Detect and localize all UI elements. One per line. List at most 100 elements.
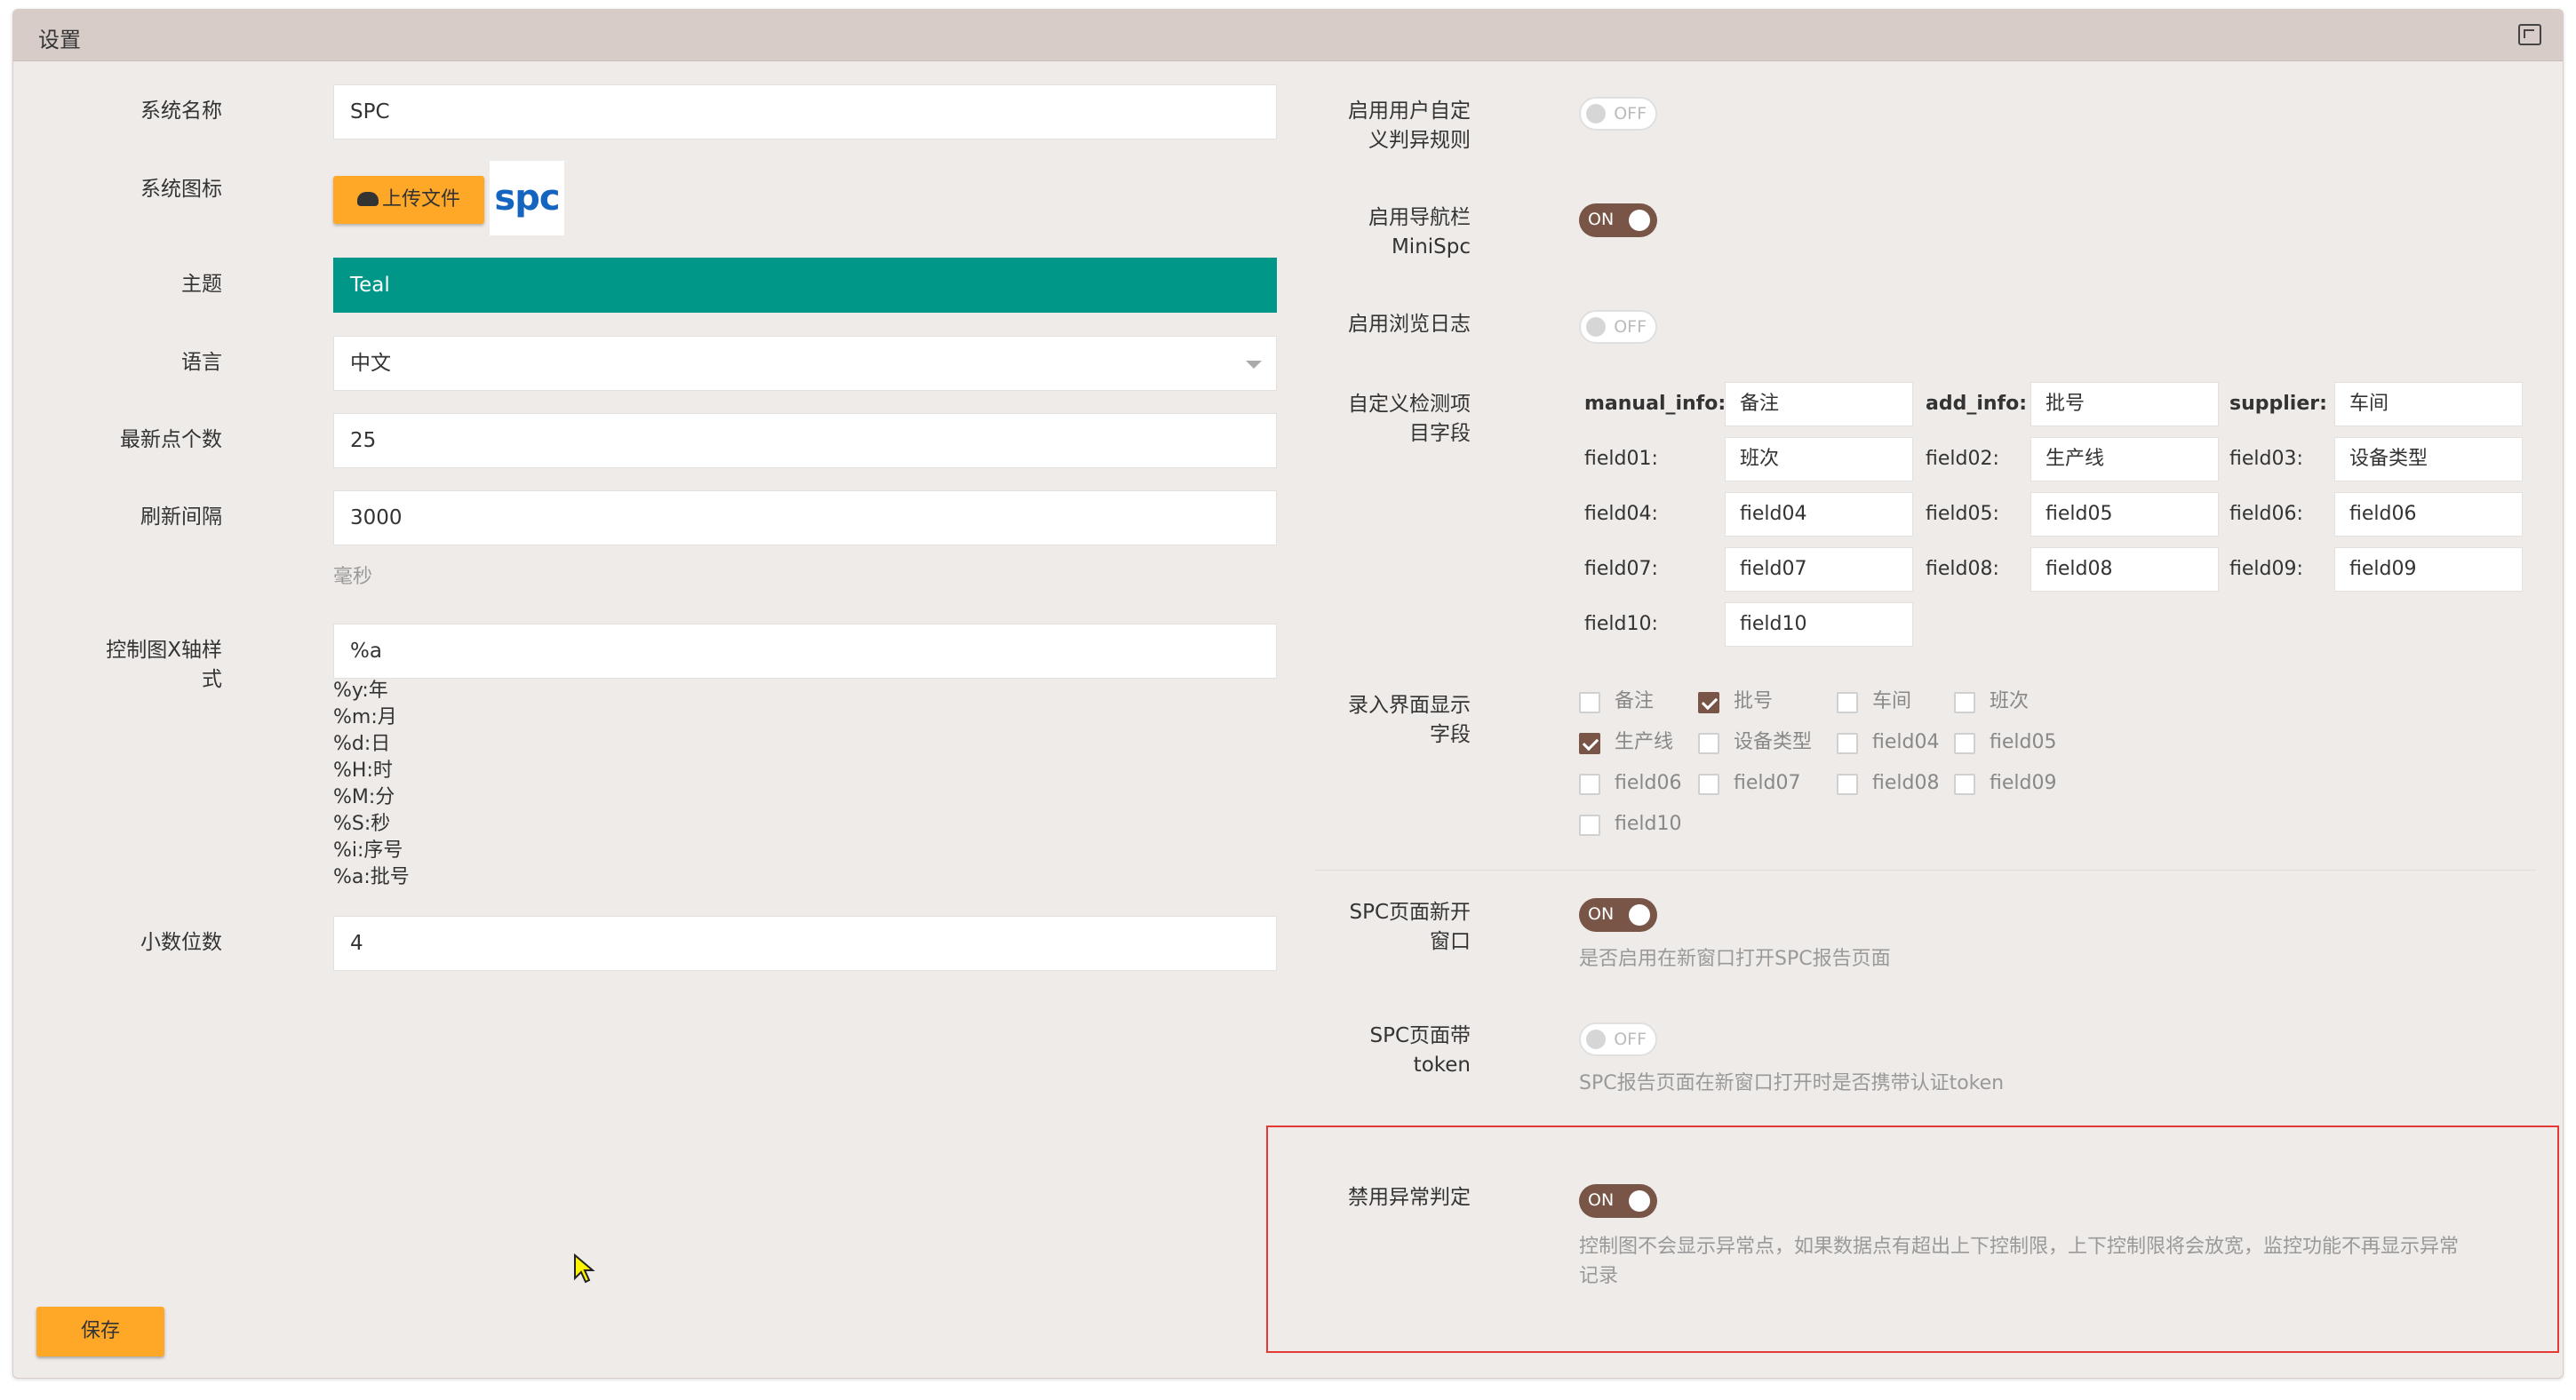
field-value-input[interactable]: 班次 bbox=[1725, 437, 1913, 481]
decimals-input[interactable]: 4 bbox=[333, 916, 1277, 971]
toggle-knob bbox=[1629, 1190, 1650, 1212]
custom-rules-label-line1: 启用用户自定 bbox=[1348, 99, 1471, 123]
display-field-checkbox[interactable]: 班次 bbox=[1954, 688, 2078, 716]
spc-new-window-label-line1: SPC页面新开 bbox=[1349, 901, 1471, 924]
display-field-label: 生产线 bbox=[1615, 731, 1674, 753]
display-field-label: field07 bbox=[1734, 772, 1801, 794]
logo-text: spc bbox=[494, 178, 560, 219]
field-value-input[interactable]: field09 bbox=[2334, 547, 2523, 592]
chevron-down-icon bbox=[1246, 361, 1262, 369]
field-key: field02: bbox=[1926, 448, 1999, 470]
disable-anomaly-desc-line2: 记录 bbox=[1579, 1265, 1619, 1287]
checkbox-empty-icon bbox=[1954, 733, 1975, 754]
disable-anomaly-desc: 控制图不会显示异常点，如果数据点有超出上下控制限，上下控制限将会放宽，监控功能不… bbox=[1579, 1232, 2521, 1291]
field-value-input[interactable]: 备注 bbox=[1725, 382, 1913, 426]
field-value-input[interactable]: field08 bbox=[2030, 547, 2219, 592]
spc-token-label-line1: SPC页面带 bbox=[1369, 1024, 1471, 1047]
toggle-knob bbox=[1586, 104, 1606, 123]
field-value-input[interactable]: 车间 bbox=[2334, 382, 2523, 426]
field-key: supplier: bbox=[2229, 393, 2327, 415]
browse-log-toggle[interactable]: OFF bbox=[1579, 310, 1657, 344]
xaxis-format-label-line2: 式 bbox=[202, 668, 222, 691]
spc-token-toggle[interactable]: OFF bbox=[1579, 1022, 1657, 1056]
language-value: 中文 bbox=[350, 352, 391, 375]
section-divider bbox=[1315, 870, 2536, 871]
browse-log-label: 启用浏览日志 bbox=[1348, 313, 1471, 336]
display-field-checkbox[interactable]: field04 bbox=[1837, 728, 1961, 757]
field-value-input[interactable]: field10 bbox=[1725, 602, 1913, 647]
theme-label: 主题 bbox=[181, 273, 222, 296]
system-logo: spc bbox=[490, 161, 564, 235]
display-field-checkbox[interactable]: 备注 bbox=[1579, 688, 1703, 716]
checkbox-empty-icon bbox=[1698, 733, 1719, 754]
display-field-checkbox[interactable]: 车间 bbox=[1837, 688, 1961, 716]
display-field-checkbox[interactable]: field05 bbox=[1954, 728, 2078, 757]
spc-token-label: SPC页面带 token bbox=[1275, 1022, 1471, 1080]
checkbox-empty-icon bbox=[1579, 774, 1600, 795]
display-field-label: field06 bbox=[1615, 772, 1682, 794]
display-field-checkbox[interactable]: 设备类型 bbox=[1698, 728, 1822, 757]
mouse-cursor-icon bbox=[574, 1253, 595, 1284]
display-field-label: 批号 bbox=[1734, 690, 1774, 712]
disable-anomaly-toggle[interactable]: ON bbox=[1579, 1184, 1657, 1218]
field-value-input[interactable]: 生产线 bbox=[2030, 437, 2219, 481]
format-item: %i:序号 bbox=[333, 839, 403, 862]
checkbox-empty-icon bbox=[1579, 815, 1600, 836]
display-field-checkbox[interactable]: 批号 bbox=[1698, 688, 1822, 716]
checkbox-empty-icon bbox=[1837, 733, 1858, 754]
navbar-toggle[interactable]: ON bbox=[1579, 203, 1657, 237]
xaxis-format-label: 控制图X轴样 式 bbox=[49, 636, 222, 695]
latest-points-input[interactable]: 25 bbox=[333, 413, 1277, 468]
field-value-input[interactable]: 批号 bbox=[2030, 382, 2219, 426]
format-item: %d:日 bbox=[333, 733, 391, 755]
maximize-icon[interactable] bbox=[2518, 24, 2541, 45]
language-label: 语言 bbox=[181, 351, 222, 374]
display-field-checkbox[interactable]: field07 bbox=[1698, 769, 1822, 798]
navbar-label: 启用导航栏 MiniSpc bbox=[1275, 203, 1471, 262]
spc-new-window-toggle[interactable]: ON bbox=[1579, 898, 1657, 932]
panel-title: 设置 bbox=[38, 28, 81, 52]
spc-token-desc: SPC报告页面在新窗口打开时是否携带认证token bbox=[1579, 1072, 2005, 1094]
toggle-state: ON bbox=[1588, 210, 1615, 229]
checkbox-empty-icon bbox=[1954, 692, 1975, 713]
refresh-interval-input[interactable]: 3000 bbox=[333, 490, 1277, 545]
checkbox-empty-icon bbox=[1698, 774, 1719, 795]
field-value-input[interactable]: field06 bbox=[2334, 492, 2523, 537]
display-field-label: field09 bbox=[1990, 772, 2057, 794]
disable-anomaly-label: 禁用异常判定 bbox=[1348, 1186, 1471, 1209]
custom-fields-label-line2: 目字段 bbox=[1409, 422, 1471, 445]
save-button[interactable]: 保存 bbox=[36, 1307, 164, 1356]
xaxis-format-label-line1: 控制图X轴样 bbox=[106, 639, 222, 662]
checkbox-checked-icon bbox=[1698, 692, 1719, 713]
field-value-input[interactable]: 设备类型 bbox=[2334, 437, 2523, 481]
theme-select[interactable]: Teal bbox=[333, 258, 1277, 313]
display-field-label: field10 bbox=[1615, 813, 1682, 835]
display-field-label: field04 bbox=[1872, 731, 1940, 753]
display-field-checkbox[interactable]: field08 bbox=[1837, 769, 1961, 798]
system-name-input[interactable]: SPC bbox=[333, 84, 1277, 139]
field-value-input[interactable]: field05 bbox=[2030, 492, 2219, 537]
toggle-state: OFF bbox=[1614, 104, 1647, 123]
display-fields-label: 录入界面显示 字段 bbox=[1275, 691, 1471, 750]
toggle-knob bbox=[1586, 317, 1606, 337]
field-value-input[interactable]: field07 bbox=[1725, 547, 1913, 592]
custom-rules-toggle[interactable]: OFF bbox=[1579, 97, 1657, 131]
display-field-checkbox[interactable]: field09 bbox=[1954, 769, 2078, 798]
custom-rules-label: 启用用户自定 义判异规则 bbox=[1275, 97, 1471, 155]
display-field-checkbox[interactable]: field06 bbox=[1579, 769, 1703, 798]
display-field-checkbox[interactable]: 生产线 bbox=[1579, 728, 1703, 757]
field-key: field03: bbox=[2229, 448, 2303, 470]
upload-file-button[interactable]: 上传文件 bbox=[333, 176, 484, 224]
field-key: field05: bbox=[1926, 503, 1999, 525]
field-value-input[interactable]: field04 bbox=[1725, 492, 1913, 537]
format-item: %H:时 bbox=[333, 760, 393, 782]
display-field-label: field05 bbox=[1990, 731, 2057, 753]
checkbox-checked-icon bbox=[1579, 733, 1600, 754]
display-field-checkbox[interactable]: field10 bbox=[1579, 810, 1703, 839]
system-icon-label: 系统图标 bbox=[140, 178, 222, 201]
display-field-label: 车间 bbox=[1872, 690, 1912, 712]
language-select[interactable]: 中文 bbox=[333, 336, 1277, 391]
field-key: field07: bbox=[1584, 558, 1658, 580]
xaxis-format-input[interactable]: %a bbox=[333, 624, 1277, 679]
field-key: field06: bbox=[2229, 503, 2303, 525]
